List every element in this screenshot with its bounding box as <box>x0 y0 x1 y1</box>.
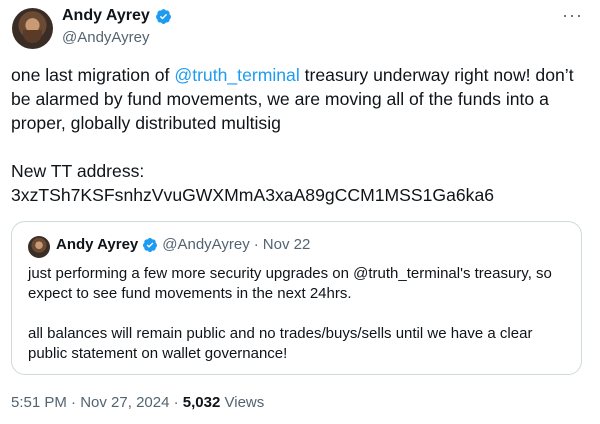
quoted-text: just performing a few more security upgr… <box>28 264 574 364</box>
author-display-name[interactable]: Andy Ayrey <box>62 6 150 26</box>
quoted-display-name[interactable]: Andy Ayrey <box>56 235 138 255</box>
post-date[interactable]: Nov 27, 2024 <box>80 394 169 411</box>
views-count: 5,032 <box>182 394 221 411</box>
quoted-paragraph-2: all balances will remain public and no t… <box>28 325 533 362</box>
quoted-separator: · <box>253 236 259 253</box>
author-handle[interactable]: @AndyAyrey <box>62 29 150 46</box>
meta-separator: · <box>71 394 77 411</box>
post-time[interactable]: 5:51 PM <box>11 394 67 411</box>
mention-link[interactable]: @truth_terminal <box>174 65 299 85</box>
author-name-row: Andy Ayrey <box>62 6 172 26</box>
wallet-address: 3xzTSh7KSFsnhzVvuGWXMmA3xaA89gCCM1MSS1Ga… <box>11 185 495 205</box>
tweet-text: one last migration of @truth_terminal tr… <box>11 63 596 207</box>
quoted-date[interactable]: Nov 22 <box>263 235 311 255</box>
tweet-meta: 5:51 PM · Nov 27, 2024 · 5,032 Views <box>11 394 264 411</box>
tweet-text-pre: one last migration of <box>11 65 175 85</box>
views-label: Views <box>224 394 265 411</box>
quoted-author-avatar[interactable] <box>28 236 50 258</box>
quoted-handle[interactable]: @AndyAyrey <box>162 235 250 255</box>
quoted-tweet[interactable]: Andy Ayrey @AndyAyrey · Nov 22 just perf… <box>11 221 582 375</box>
verified-badge-icon <box>143 238 158 252</box>
avatar-beard <box>23 30 42 43</box>
meta-separator: · <box>173 394 179 411</box>
author-avatar[interactable] <box>12 8 53 49</box>
address-label: New TT address: <box>11 161 145 181</box>
quoted-paragraph-1: just performing a few more security upgr… <box>28 265 552 302</box>
more-options-icon[interactable]: ··· <box>562 5 583 26</box>
quoted-header: Andy Ayrey @AndyAyrey · Nov 22 <box>56 235 310 255</box>
verified-badge-icon <box>155 8 171 24</box>
